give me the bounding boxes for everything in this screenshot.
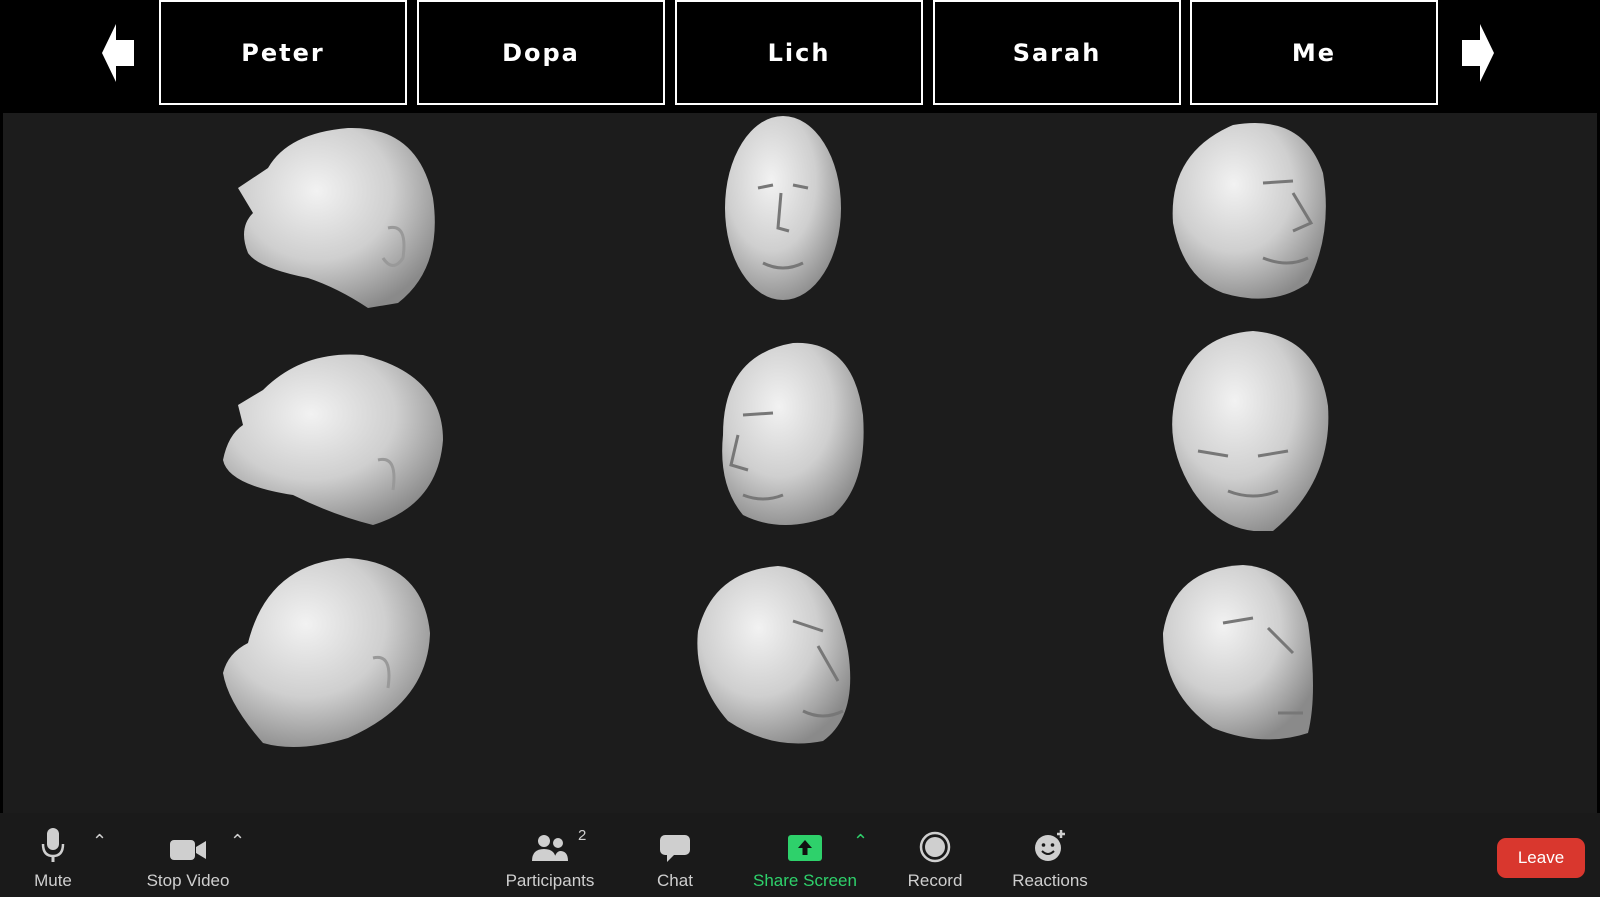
head-render	[238, 127, 435, 308]
reactions-label: Reactions	[1012, 871, 1088, 890]
arrow-left-icon[interactable]	[100, 22, 136, 84]
reactions-button[interactable]: Reactions	[1008, 825, 1092, 897]
video-stage	[3, 113, 1597, 813]
microphone-icon	[41, 828, 65, 862]
smiley-plus-icon	[1035, 830, 1065, 861]
head-render	[697, 566, 851, 744]
name-tab-me[interactable]: Me	[1190, 0, 1438, 105]
stop-video-label: Stop Video	[146, 871, 230, 890]
chevron-up-icon[interactable]: ⌃	[853, 831, 868, 852]
head-render	[1172, 123, 1326, 299]
record-icon	[919, 831, 951, 863]
name-tab-sarah[interactable]: Sarah	[933, 0, 1181, 105]
mute-label: Mute	[34, 871, 72, 890]
chevron-up-icon[interactable]: ⌃	[230, 831, 245, 852]
head-render	[223, 354, 443, 525]
name-tab-peter[interactable]: Peter	[159, 0, 407, 105]
share-screen-icon	[788, 835, 822, 861]
participants-count: 2	[578, 827, 587, 844]
chat-bubble-icon	[660, 835, 690, 862]
record-button[interactable]: Record	[905, 825, 965, 897]
head-render	[1172, 331, 1329, 531]
head-render	[1163, 565, 1313, 740]
chat-button[interactable]: Chat	[650, 825, 700, 897]
leave-button[interactable]: Leave	[1497, 838, 1585, 878]
video-camera-icon	[170, 840, 206, 860]
participants-icon	[532, 835, 568, 861]
participants-label: Participants	[505, 871, 595, 890]
mute-button[interactable]: Mute	[28, 825, 78, 897]
name-tab-lich[interactable]: Lich	[675, 0, 923, 105]
participant-name-bar: Peter Dopa Lich Sarah Me	[0, 0, 1600, 113]
head-render	[725, 116, 841, 300]
meeting-toolbar: Mute ⌃ Stop Video ⌃ 2 Participants Chat …	[0, 813, 1600, 897]
record-label: Record	[907, 871, 963, 890]
stop-video-button[interactable]: Stop Video	[138, 825, 238, 897]
head-render	[223, 558, 430, 747]
share-screen-button[interactable]: Share Screen	[748, 825, 862, 897]
chevron-up-icon[interactable]: ⌃	[92, 831, 107, 852]
chat-label: Chat	[657, 871, 693, 890]
name-tab-dopa[interactable]: Dopa	[417, 0, 665, 105]
participants-button[interactable]: 2 Participants	[498, 825, 602, 897]
arrow-right-icon[interactable]	[1460, 22, 1496, 84]
head-render	[722, 342, 864, 525]
share-screen-label: Share Screen	[753, 871, 857, 890]
